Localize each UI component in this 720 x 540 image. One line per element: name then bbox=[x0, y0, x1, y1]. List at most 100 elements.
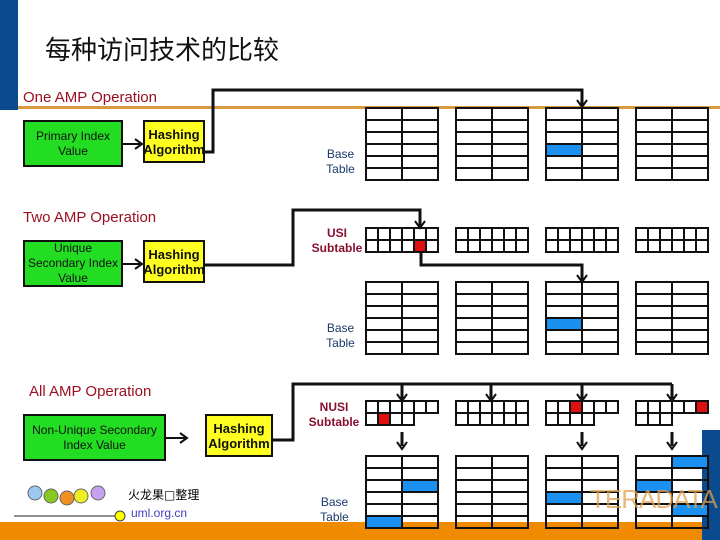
subtable-cell bbox=[581, 400, 595, 414]
subtable-cell bbox=[365, 412, 379, 426]
subtable-cell bbox=[593, 227, 607, 241]
subtable-cell bbox=[695, 239, 709, 253]
subtable-cell bbox=[557, 239, 571, 253]
subtable-cell bbox=[581, 412, 595, 426]
subtable-cell bbox=[515, 400, 529, 414]
subtable-cell bbox=[569, 400, 583, 414]
subtable-cell bbox=[455, 239, 469, 253]
subtable-cell bbox=[491, 239, 505, 253]
primary-index-value-box: Primary Index Value bbox=[23, 120, 123, 167]
subtable-cell bbox=[401, 400, 415, 414]
subtable-cell bbox=[581, 227, 595, 241]
subtable-cell bbox=[557, 412, 571, 426]
highlighted-row bbox=[672, 456, 708, 468]
subtable-cell bbox=[467, 400, 481, 414]
subtable-cell bbox=[413, 227, 427, 241]
subtable-cell bbox=[593, 239, 607, 253]
subtable-cell bbox=[479, 400, 493, 414]
section-heading-one-amp: One AMP Operation bbox=[23, 89, 157, 106]
nusi-value-box: Non-Unique Secondary Index Value bbox=[23, 414, 166, 461]
subtable-cell bbox=[659, 227, 673, 241]
subtable-cell bbox=[671, 227, 685, 241]
subtable-cell bbox=[635, 400, 649, 414]
subtable-cell bbox=[389, 400, 403, 414]
subtable-cell bbox=[377, 227, 391, 241]
subtable-cell bbox=[605, 400, 619, 414]
subtable-cell bbox=[659, 239, 673, 253]
connector-line bbox=[419, 251, 584, 280]
subtable-cell bbox=[695, 227, 709, 241]
subtable-cell bbox=[569, 412, 583, 426]
subtable-cell bbox=[401, 239, 415, 253]
credit-text: 火龙果□整理 bbox=[128, 488, 200, 502]
subtable-cell bbox=[413, 400, 427, 414]
subtable-cell bbox=[479, 227, 493, 241]
base-table-label: Base Table bbox=[320, 495, 349, 524]
subtable-cell bbox=[647, 400, 661, 414]
section-heading-two-amp: Two AMP Operation bbox=[23, 209, 157, 226]
subtable-cell bbox=[425, 227, 439, 241]
subtable-cell bbox=[503, 239, 517, 253]
subtable-cell bbox=[377, 239, 391, 253]
hashing-algorithm-box: Hashing Algorithm bbox=[143, 240, 205, 283]
subtable-cell bbox=[515, 227, 529, 241]
teradata-logo: TERADATA bbox=[590, 484, 718, 514]
subtable-cell bbox=[467, 412, 481, 426]
subtable-cell bbox=[647, 227, 661, 241]
subtable-cell bbox=[545, 227, 559, 241]
subtable-cell bbox=[491, 400, 505, 414]
subtable-cell bbox=[479, 239, 493, 253]
subtable-cell bbox=[455, 227, 469, 241]
subtable-cell bbox=[389, 239, 403, 253]
highlighted-row bbox=[402, 480, 438, 492]
subtable-cell bbox=[569, 227, 583, 241]
subtable-cell bbox=[581, 239, 595, 253]
subtable-cell bbox=[389, 227, 403, 241]
section-heading-all-amp: All AMP Operation bbox=[29, 383, 152, 400]
subtable-cell bbox=[659, 412, 673, 426]
subtable-cell bbox=[503, 400, 517, 414]
subtable-cell bbox=[515, 412, 529, 426]
subtable-cell bbox=[365, 227, 379, 241]
subtable-cell bbox=[569, 239, 583, 253]
subtable-cell bbox=[671, 400, 685, 414]
logo-figures bbox=[14, 485, 126, 522]
hashing-algorithm-box: Hashing Algorithm bbox=[205, 414, 273, 457]
subtable-cell bbox=[503, 227, 517, 241]
subtable-cell bbox=[683, 400, 697, 414]
subtable-cell bbox=[605, 239, 619, 253]
subtable-cell bbox=[413, 239, 427, 253]
subtable-cell bbox=[401, 227, 415, 241]
subtable-cell bbox=[647, 412, 661, 426]
subtable-cell bbox=[401, 412, 415, 426]
subtable-cell bbox=[491, 227, 505, 241]
subtable-cell bbox=[425, 400, 439, 414]
subtable-cell bbox=[647, 239, 661, 253]
subtable-cell bbox=[365, 239, 379, 253]
subtable-cell bbox=[479, 412, 493, 426]
subtable-cell bbox=[545, 400, 559, 414]
subtable-cell bbox=[695, 400, 709, 414]
subtable-cell bbox=[467, 239, 481, 253]
subtable-cell bbox=[545, 412, 559, 426]
subtable-cell bbox=[671, 239, 685, 253]
subtable-cell bbox=[557, 400, 571, 414]
highlighted-row bbox=[366, 516, 402, 528]
subtable-cell bbox=[455, 412, 469, 426]
subtable-cell bbox=[455, 400, 469, 414]
highlighted-row bbox=[546, 144, 582, 156]
subtable-cell bbox=[515, 239, 529, 253]
subtable-cell bbox=[467, 227, 481, 241]
usi-subtable-label: USI Subtable bbox=[311, 226, 363, 255]
subtable-cell bbox=[389, 412, 403, 426]
site-link[interactable]: uml.org.cn bbox=[131, 506, 187, 520]
subtable-cell bbox=[593, 400, 607, 414]
subtable-cell bbox=[503, 412, 517, 426]
subtable-cell bbox=[605, 227, 619, 241]
highlighted-row bbox=[546, 318, 582, 330]
subtable-cell bbox=[425, 239, 439, 253]
subtable-cell bbox=[635, 239, 649, 253]
subtable-cell bbox=[545, 239, 559, 253]
subtable-cell bbox=[659, 400, 673, 414]
subtable-cell bbox=[491, 412, 505, 426]
